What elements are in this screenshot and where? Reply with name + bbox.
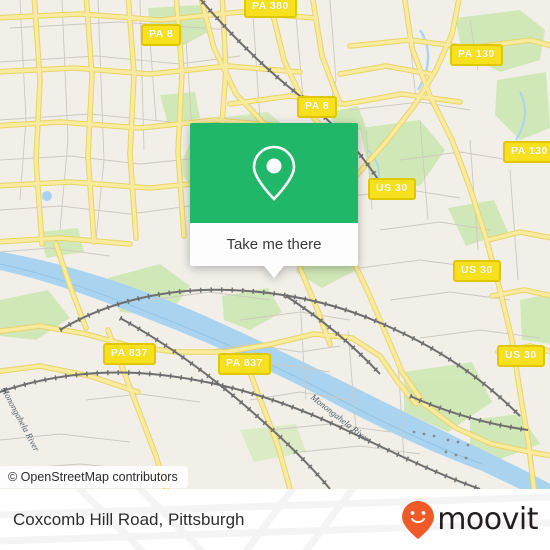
moovit-brand[interactable]: moovit bbox=[401, 500, 538, 540]
popup-pointer bbox=[264, 266, 284, 278]
road-shield: PA 8 bbox=[297, 96, 338, 118]
road-shield: US 30 bbox=[497, 345, 545, 367]
moovit-wordmark: moovit bbox=[437, 501, 538, 537]
page-title: Coxcomb Hill Road, Pittsburgh bbox=[13, 509, 245, 529]
take-me-there-button[interactable]: Take me there bbox=[190, 223, 358, 266]
take-me-there-label: Take me there bbox=[226, 236, 322, 253]
road-shield: PA 837 bbox=[218, 353, 271, 375]
location-popup-card[interactable]: Take me there bbox=[190, 123, 358, 278]
road-shield: PA 130 bbox=[450, 44, 503, 66]
map-pin-icon bbox=[252, 145, 296, 201]
road-shield: PA 380 bbox=[244, 0, 297, 18]
road-shield: PA 837 bbox=[103, 343, 156, 365]
moovit-pin-smiley-icon bbox=[402, 500, 435, 539]
road-shield: US 30 bbox=[368, 178, 416, 200]
popup-image-panel bbox=[190, 123, 358, 223]
osm-attribution[interactable]: © OpenStreetMap contributors bbox=[0, 466, 188, 488]
road-shield: PA 130 bbox=[503, 141, 550, 163]
app-root: PA 380 PA 8 PA 130 PA 8 PA 130 US 30 US … bbox=[0, 0, 550, 550]
road-shield: US 30 bbox=[453, 260, 501, 282]
footer-bar: Coxcomb Hill Road, Pittsburgh moovit bbox=[0, 489, 550, 550]
road-shield: PA 8 bbox=[141, 24, 182, 46]
map-canvas[interactable]: PA 380 PA 8 PA 130 PA 8 PA 130 US 30 US … bbox=[0, 0, 550, 489]
